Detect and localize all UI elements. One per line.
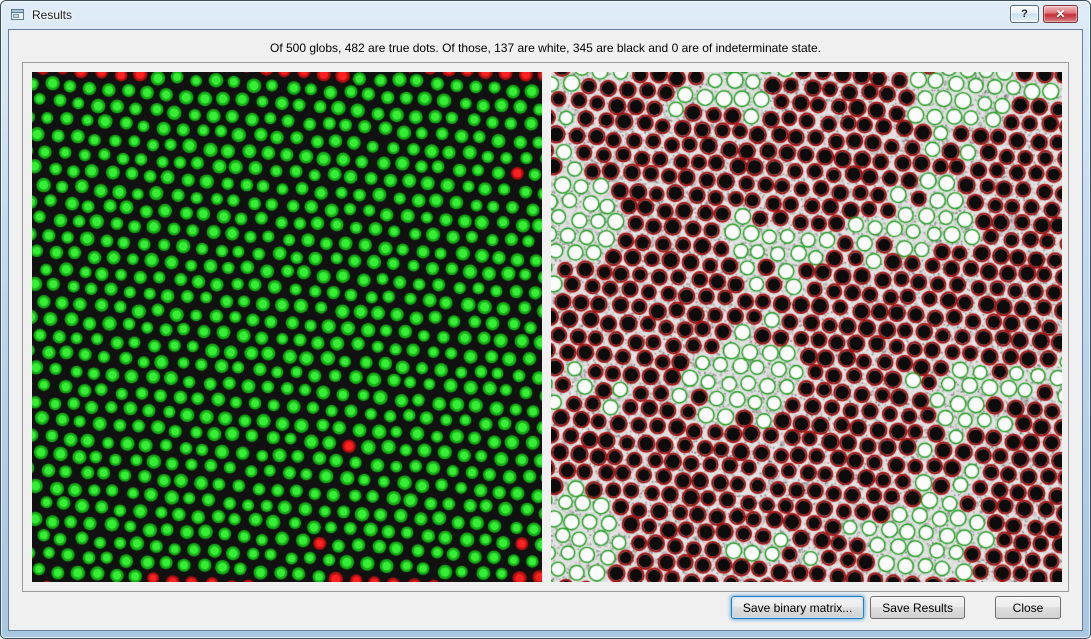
- titlebar[interactable]: Results ? ✕: [1, 1, 1090, 29]
- close-icon: ✕: [1055, 7, 1066, 21]
- button-row: Save binary matrix... Save Results Close: [9, 596, 1082, 619]
- help-icon: ?: [1021, 8, 1028, 20]
- window-title: Results: [32, 8, 73, 22]
- close-button[interactable]: Close: [995, 596, 1061, 619]
- caption-buttons: ? ✕: [1010, 5, 1078, 23]
- save-results-button[interactable]: Save Results: [870, 596, 965, 619]
- results-dialog: Results ? ✕ Of 500 globs, 482 are true d…: [0, 0, 1091, 639]
- summary-text: Of 500 globs, 482 are true dots. Of thos…: [269, 41, 821, 55]
- classified-overlay-image: [551, 72, 1062, 582]
- image-frame: [22, 62, 1069, 592]
- detected-dots-image: [32, 72, 542, 582]
- close-window-button[interactable]: ✕: [1043, 5, 1078, 23]
- save-binary-matrix-button[interactable]: Save binary matrix...: [730, 596, 865, 619]
- app-window-icon: [10, 7, 26, 23]
- help-button[interactable]: ?: [1010, 5, 1039, 23]
- dialog-client-area: Of 500 globs, 482 are true dots. Of thos…: [8, 29, 1083, 631]
